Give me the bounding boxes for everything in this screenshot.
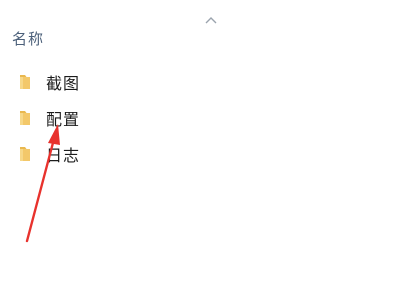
name-column-label: 名称 [12, 30, 45, 48]
list-item-logs[interactable]: 日志 [0, 141, 400, 177]
folder-icon [20, 147, 30, 161]
folder-icon [20, 75, 30, 89]
folder-icon [20, 111, 30, 125]
list-item-config[interactable]: 配置 [0, 105, 400, 141]
name-column-header[interactable]: 名称 [0, 22, 400, 52]
file-explorer-view: 名称 截图 配置 日志 [0, 0, 400, 300]
item-label: 截图 [46, 74, 81, 93]
list-item-screenshots[interactable]: 截图 [0, 69, 400, 105]
item-label: 配置 [46, 110, 81, 129]
file-list: 截图 配置 日志 [0, 69, 400, 177]
item-label: 日志 [46, 146, 81, 165]
